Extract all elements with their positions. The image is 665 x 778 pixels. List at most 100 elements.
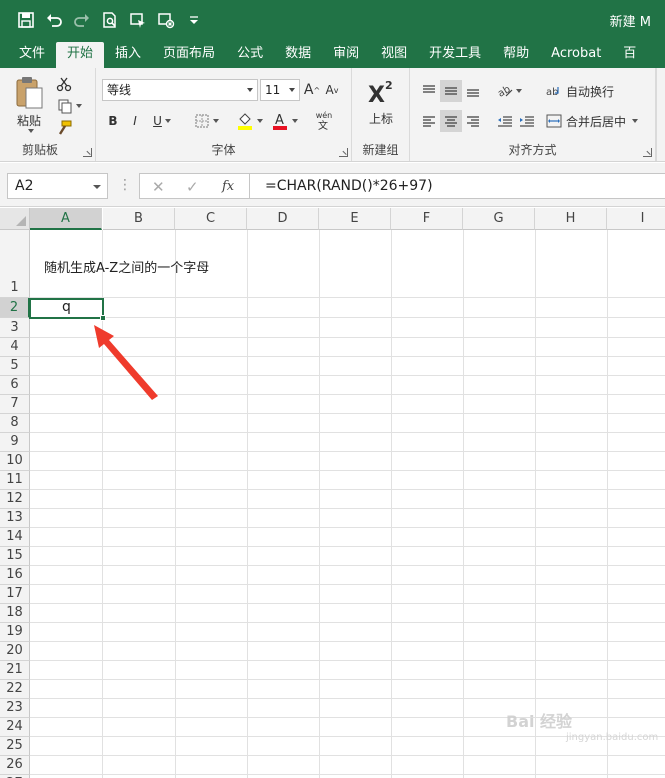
tab-data[interactable]: 数据 (274, 42, 322, 68)
title-bar: 新建 M (0, 0, 665, 40)
send-button[interactable] (126, 8, 150, 32)
align-top-icon (423, 85, 435, 93)
tab-insert[interactable]: 插入 (104, 42, 152, 68)
phonetic-label: wén (315, 111, 333, 120)
cancel-icon[interactable]: ✕ (152, 178, 165, 196)
phonetic-button[interactable]: wén 文 (308, 110, 340, 132)
italic-button[interactable]: I (126, 110, 144, 132)
phonetic-icon: 文 (318, 120, 328, 130)
redo-icon (74, 14, 89, 27)
name-box-value: A2 (15, 178, 34, 194)
new-group-label: 新建组 (362, 143, 399, 157)
increase-font-button[interactable]: A ^ (303, 80, 321, 100)
font-name-value: 等线 (107, 83, 132, 97)
tab-view[interactable]: 视图 (370, 42, 418, 68)
clipboard-launcher-icon[interactable] (83, 148, 92, 157)
borders-icon (195, 114, 208, 128)
superscript-button[interactable]: X2 上标 (360, 74, 402, 130)
merge-center-button[interactable]: 合并后居中 (546, 110, 654, 132)
svg-text:X: X (368, 83, 385, 106)
format-painter-button[interactable] (54, 118, 74, 138)
align-bottom-button[interactable] (462, 80, 484, 102)
wrap-text-button[interactable]: ab 自动换行 (546, 80, 652, 102)
align-right-icon (467, 116, 479, 127)
tab-acrobat[interactable]: Acrobat (540, 42, 612, 68)
increase-indent-icon (520, 116, 534, 127)
chevron-down-icon (515, 89, 522, 93)
chevron-down-icon (247, 88, 253, 92)
insert-function-icon[interactable]: fx (222, 179, 234, 194)
decrease-indent-icon (498, 116, 512, 127)
wrap-text-label: 自动换行 (566, 84, 615, 99)
print-preview-button[interactable] (98, 8, 122, 32)
annotation-arrow (94, 325, 158, 400)
tab-page-layout[interactable]: 页面布局 (152, 42, 226, 68)
redo-button[interactable] (70, 8, 94, 32)
decrease-font-button[interactable]: Av (323, 80, 341, 100)
bold-button[interactable]: B (104, 110, 122, 132)
svg-text:A: A (275, 113, 284, 128)
formula-bar: A2 ⋮ ✕ ✓ fx =CHAR(RAND()*26+97) (0, 163, 665, 207)
font-name-combo[interactable]: 等线 (102, 79, 258, 101)
tab-review[interactable]: 审阅 (322, 42, 370, 68)
align-right-button[interactable] (462, 110, 484, 132)
tab-help[interactable]: 帮助 (492, 42, 540, 68)
paste-button[interactable]: 粘贴 (8, 74, 50, 134)
cut-button[interactable] (54, 74, 74, 94)
underline-button[interactable]: U (148, 110, 176, 132)
merge-center-label: 合并后居中 (566, 114, 627, 129)
undo-button[interactable] (42, 8, 66, 32)
tab-formulas[interactable]: 公式 (226, 42, 274, 68)
fill-color-button[interactable] (232, 110, 266, 132)
orientation-button[interactable]: ab (494, 80, 524, 102)
align-middle-button[interactable] (440, 80, 462, 102)
save-icon (18, 12, 34, 28)
form-button[interactable] (154, 8, 178, 32)
name-box[interactable]: A2 (7, 173, 108, 199)
copy-button[interactable] (54, 96, 84, 116)
align-center-button[interactable] (440, 110, 462, 132)
align-top-button[interactable] (418, 80, 440, 102)
tab-home[interactable]: 开始 (56, 42, 105, 68)
watermark-logo: Bai 经验 (506, 712, 573, 731)
chevron-down-icon (632, 119, 639, 123)
copy-icon (58, 99, 71, 114)
tab-more[interactable]: 百 (612, 42, 647, 68)
ribbon: 粘贴 剪贴板 等线 11 A ^ Av B I U A wén 文 字体 X 2… (0, 68, 665, 162)
tab-developer[interactable]: 开发工具 (418, 42, 492, 68)
increase-indent-button[interactable] (516, 110, 538, 132)
form-icon (158, 13, 175, 29)
ribbon-tabs: 文件 开始 插入 页面布局 公式 数据 审阅 视图 开发工具 帮助 Acroba… (0, 40, 665, 68)
send-icon (130, 13, 145, 28)
align-left-button[interactable] (418, 110, 440, 132)
font-size-combo[interactable]: 11 (260, 79, 300, 101)
font-group: 等线 11 A ^ Av B I U A wén 文 字体 (96, 68, 352, 161)
font-group-label: 字体 (211, 143, 236, 157)
orientation-icon: ab (497, 84, 512, 98)
formula-bar-buttons: ✕ ✓ fx (139, 173, 249, 199)
customize-qat-button[interactable] (182, 8, 206, 32)
align-left-icon (423, 116, 435, 127)
tab-file[interactable]: 文件 (8, 42, 56, 68)
enter-icon[interactable]: ✓ (186, 178, 199, 196)
font-color-button[interactable]: A (268, 110, 300, 132)
format-painter-icon (58, 120, 72, 135)
chevron-down-icon (291, 119, 298, 123)
svg-text:2: 2 (385, 79, 393, 92)
font-launcher-icon[interactable] (339, 148, 348, 157)
borders-button[interactable] (190, 110, 222, 132)
font-size-value: 11 (265, 83, 281, 97)
quick-access-toolbar (14, 8, 210, 32)
superscript-icon: X2 (368, 79, 393, 106)
alignment-group: ab ab 自动换行 合并后居中 对齐方式 (410, 68, 656, 161)
save-button[interactable] (14, 8, 38, 32)
decrease-indent-button[interactable] (494, 110, 516, 132)
alignment-launcher-icon[interactable] (643, 148, 652, 157)
formula-input[interactable]: =CHAR(RAND()*26+97) (249, 173, 665, 199)
worksheet-grid[interactable]: ABCDEFGHI 1 2 3 4 5 6 7 8 9 10 11 12 13 14 15 16 17 18 19 2… (0, 208, 665, 778)
alignment-group-label: 对齐方式 (508, 143, 557, 157)
window-title: 新建 M (609, 15, 651, 30)
chevron-down-icon (93, 185, 101, 189)
superscript-label: 上标 (368, 111, 393, 126)
watermark-url: jingyan.baidu.com (566, 732, 659, 743)
